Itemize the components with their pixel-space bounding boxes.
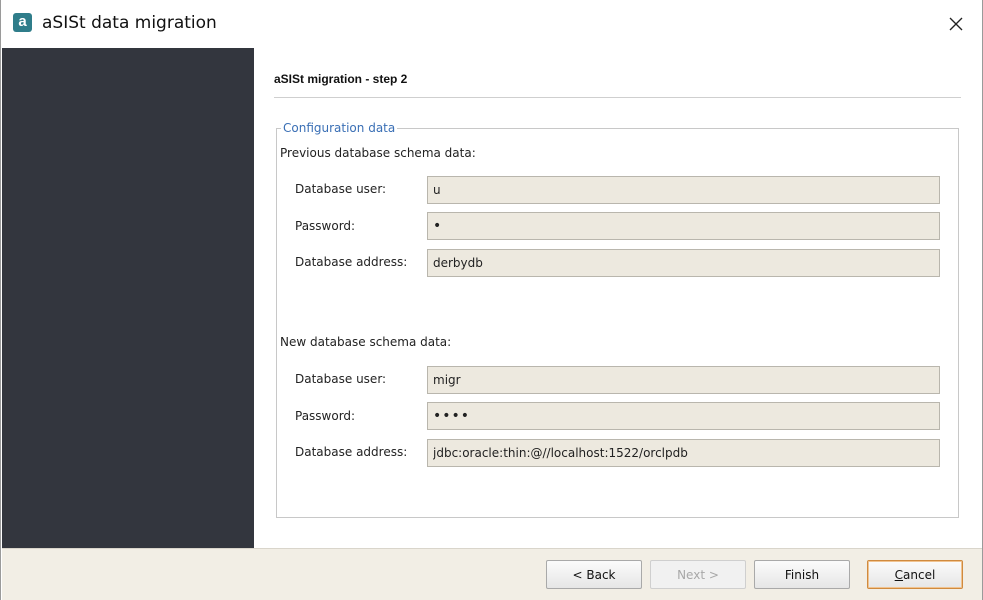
step-divider [274, 97, 961, 98]
new-schema-heading: New database schema data: [280, 335, 452, 349]
title-bar: a aSISt data migration [1, 0, 982, 48]
previous-password-input[interactable] [427, 212, 940, 240]
new-user-label: Database user: [295, 372, 387, 386]
cancel-label-rest: ancel [903, 567, 936, 582]
new-address-label: Database address: [295, 445, 408, 459]
previous-user-input[interactable] [427, 176, 940, 204]
wizard-content: aSISt migration - step 2 Configuration d… [254, 48, 982, 548]
close-icon [949, 17, 963, 31]
previous-password-label: Password: [295, 219, 356, 233]
back-button[interactable]: < Back [546, 560, 642, 589]
new-password-input[interactable] [427, 402, 940, 430]
previous-address-label: Database address: [295, 255, 408, 269]
new-address-input[interactable] [427, 439, 940, 467]
wizard-footer: < Back Next > Finish Cancel [2, 548, 982, 600]
cancel-mnemonic: C [894, 567, 904, 582]
configuration-legend: Configuration data [283, 121, 396, 135]
window-title: aSISt data migration [42, 13, 217, 33]
finish-button[interactable]: Finish [754, 560, 850, 589]
app-logo-icon: a [13, 13, 32, 32]
previous-user-label: Database user: [295, 182, 387, 196]
cancel-button[interactable]: Cancel [867, 560, 963, 589]
previous-schema-heading: Previous database schema data: [280, 146, 476, 160]
previous-address-input[interactable] [427, 249, 940, 277]
step-title: aSISt migration - step 2 [274, 72, 408, 86]
migration-dialog: a aSISt data migration aSISt migration -… [0, 0, 983, 600]
new-user-input[interactable] [427, 366, 940, 394]
close-button[interactable] [942, 10, 970, 38]
next-button[interactable]: Next > [650, 560, 746, 589]
new-password-label: Password: [295, 409, 356, 423]
wizard-side-panel [2, 48, 254, 548]
